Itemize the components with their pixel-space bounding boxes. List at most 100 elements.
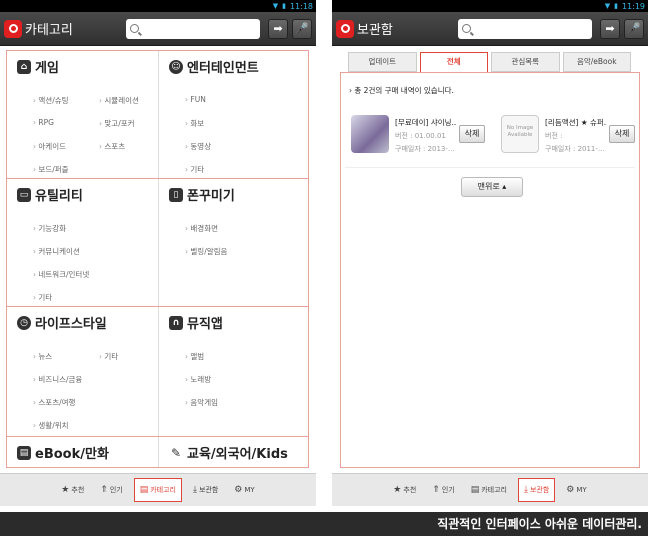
storage-screen: ▼ ▮ 11:19 보관함 ➡ 🎤 업데이트 전체 관심목록 음악/eBook › … (332, 0, 648, 506)
gear-icon: ⚙ (566, 485, 575, 495)
nav-recommend[interactable]: ★ 추천 (388, 478, 421, 502)
category-header-ebook[interactable]: ▤ eBook/만화 (17, 443, 109, 462)
app-logo-icon[interactable] (336, 19, 354, 38)
subcategory-item[interactable]: 기능강화 (33, 223, 66, 234)
category-row-1: ⌂게임 액션/슈팅 시뮬레이션 RPG 맞고/포커 아케이드 스포츠 보드/퍼즐… (7, 51, 308, 179)
page-title: 카테고리 (25, 23, 73, 38)
subcategory-item[interactable]: 시뮬레이션 (99, 95, 139, 106)
subcategory-item[interactable]: 스포츠/여행 (33, 397, 75, 408)
subcategory-item[interactable]: 비즈니스/금융 (33, 374, 82, 385)
subcategory-item[interactable]: 액션/슈팅 (33, 95, 68, 106)
subcategory-item[interactable]: FUN (185, 95, 205, 104)
category-header-utility[interactable]: ▭ 유틸리티 (17, 185, 83, 204)
app-bar: 보관함 ➡ 🎤 (332, 12, 648, 46)
category-header-lifestyle[interactable]: ◷ 라이프스타일 (17, 313, 107, 332)
headphones-icon: ∩ (169, 315, 183, 330)
category-header-entertainment[interactable]: ☺ 엔터테인먼트 (169, 57, 259, 76)
app-version: 버전 : (545, 132, 563, 140)
subcategory-item[interactable]: 보드/퍼즐 (33, 164, 68, 175)
delete-button[interactable]: 삭제 (609, 125, 635, 143)
nav-category[interactable]: ▤ 카테고리 (466, 478, 512, 502)
clock-icon: ◷ (17, 315, 31, 330)
category-row-3: ◷라이프스타일 뉴스 기타 비즈니스/금융 스포츠/여행 생활/위치 ∩뮤직앱 … (7, 307, 308, 437)
phone-decor-icon: ▯ (169, 187, 183, 202)
tab-update[interactable]: 업데이트 (348, 52, 417, 72)
subcategory-item[interactable]: 스포츠 (99, 141, 125, 152)
list-item[interactable]: [무료데이] 샤이닝... 버전 : 01.00.01 구매일자 : 2013-… (345, 107, 485, 165)
mic-button[interactable]: 🎤 (624, 18, 644, 39)
bottom-nav: ★ 추천 ⇑ 인기 ▤ 카테고리 ⤓ 보관함 ⚙ MY (332, 473, 648, 506)
nav-popular[interactable]: ⇑ 인기 (95, 478, 127, 502)
battery-icon: ▮ (282, 2, 286, 10)
search-input[interactable] (126, 18, 260, 39)
app-logo-icon[interactable] (4, 19, 22, 38)
go-button[interactable]: ➡ (600, 18, 620, 39)
book-icon: ▤ (17, 445, 31, 460)
subcategory-item[interactable]: 기타 (33, 292, 52, 303)
subcategory-item[interactable]: RPG (33, 118, 54, 127)
subcategory-item[interactable]: 생활/위치 (33, 420, 68, 431)
list-icon: ▤ (139, 485, 149, 495)
nav-category[interactable]: ▤ 카테고리 (133, 478, 182, 502)
subcategory-item[interactable]: 노래방 (185, 374, 211, 385)
status-time: 11:19 (621, 1, 645, 11)
divider (345, 167, 635, 168)
nav-my[interactable]: ⚙ MY (561, 478, 591, 502)
purchase-summary: › 총 2건의 구매 내역이 있습니다. (349, 86, 454, 95)
nav-popular[interactable]: ⇑ 인기 (427, 478, 459, 502)
status-bar: ▼ ▮ 11:19 (332, 0, 648, 12)
subcategory-item[interactable]: 화보 (185, 118, 204, 129)
bottom-nav: ★ 추천 ⇑ 인기 ▤ 카테고리 ⤓ 보관함 ⚙ MY (0, 473, 316, 506)
category-header-music[interactable]: ∩ 뮤직앱 (169, 313, 223, 332)
app-version: 버전 : 01.00.01 (395, 132, 446, 140)
tab-music-ebook[interactable]: 음악/eBook (562, 52, 631, 72)
nav-recommend[interactable]: ★ 추천 (56, 478, 89, 502)
subcategory-item[interactable]: 맞고/포커 (99, 118, 134, 129)
subcategory-item[interactable]: 기타 (99, 351, 118, 362)
nav-storage[interactable]: ⤓ 보관함 (188, 478, 223, 502)
tab-wishlist[interactable]: 관심목록 (491, 52, 560, 72)
mic-button[interactable]: 🎤 (292, 18, 312, 39)
delete-button[interactable]: 삭제 (459, 125, 485, 143)
smiley-icon: ☺ (169, 59, 183, 74)
search-input[interactable] (458, 18, 592, 39)
star-icon: ★ (61, 485, 70, 495)
category-header-game[interactable]: ⌂ 게임 (17, 57, 59, 76)
category-header-education[interactable]: ✎ 교육/외국어/Kids (169, 443, 288, 463)
caption: 직관적인 인터페이스 아쉬운 데이터관리. (0, 512, 648, 536)
subcategory-item[interactable]: 아케이드 (33, 141, 66, 152)
battery-icon: ▮ (614, 2, 618, 10)
scroll-top-button[interactable]: 맨위로 ▴ (461, 177, 523, 197)
subcategory-item[interactable]: 동영상 (185, 141, 211, 152)
app-title: [무료데이] 샤이닝... (395, 118, 457, 127)
list-item[interactable]: No Image Available [리듬액션] ★ 슈퍼... 버전 : 구… (495, 107, 635, 165)
app-bar: 카테고리 ➡ 🎤 (0, 12, 316, 46)
nav-storage[interactable]: ⤓ 보관함 (517, 478, 556, 502)
subcategory-item[interactable]: 음악게임 (185, 397, 218, 408)
gear-icon: ⚙ (234, 485, 243, 495)
download-icon: ⤓ (192, 485, 197, 495)
subcategory-item[interactable]: 앨범 (185, 351, 204, 362)
category-row-4: ▤ eBook/만화 ✎ 교육/외국어/Kids (7, 437, 308, 467)
category-header-phone-decor[interactable]: ▯ 폰꾸미기 (169, 185, 235, 204)
subcategory-item[interactable]: 네트워크/인터넷 (33, 269, 89, 280)
category-grid: ⌂게임 액션/슈팅 시뮬레이션 RPG 맞고/포커 아케이드 스포츠 보드/퍼즐… (6, 50, 309, 468)
app-title: [리듬액션] ★ 슈퍼... (545, 118, 607, 127)
chart-icon: ⇑ (432, 485, 440, 495)
subcategory-item[interactable]: 벨링/알림음 (185, 246, 227, 257)
storage-list: › 총 2건의 구매 내역이 있습니다. [무료데이] 샤이닝... 버전 : … (340, 72, 640, 468)
app-thumbnail (351, 115, 389, 153)
pencil-icon: ✎ (170, 445, 182, 460)
storage-tabs: 업데이트 전체 관심목록 음악/eBook (348, 52, 631, 72)
subcategory-item[interactable]: 커뮤니케이션 (33, 246, 79, 257)
status-bar: ▼ ▮ 11:18 (0, 0, 316, 12)
subcategory-item[interactable]: 배경화면 (185, 223, 218, 234)
status-time: 11:18 (289, 1, 313, 11)
tab-all[interactable]: 전체 (419, 52, 488, 72)
subcategory-item[interactable]: 기타 (185, 164, 204, 175)
go-button[interactable]: ➡ (268, 18, 288, 39)
list-icon: ▤ (470, 485, 480, 495)
category-row-2: ▭유틸리티 기능강화 커뮤니케이션 네트워크/인터넷 기타 ▯폰꾸미기 배경화면… (7, 179, 308, 307)
nav-my[interactable]: ⚙ MY (229, 478, 259, 502)
subcategory-item[interactable]: 뉴스 (33, 351, 52, 362)
